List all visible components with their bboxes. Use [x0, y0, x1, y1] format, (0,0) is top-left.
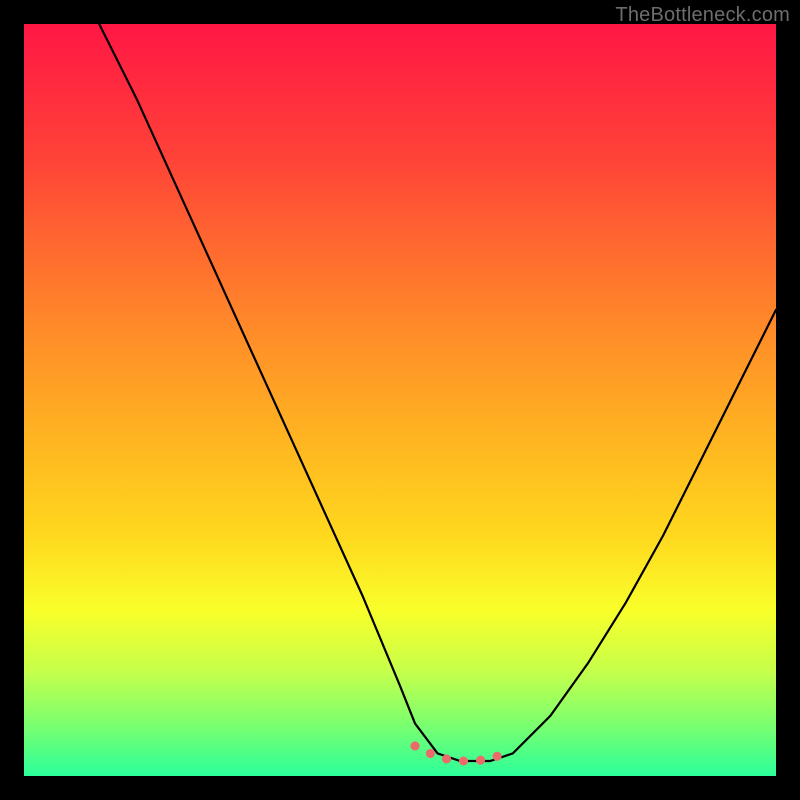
chart-frame: TheBottleneck.com — [0, 0, 800, 800]
watermark-text: TheBottleneck.com — [615, 4, 790, 27]
plot-area — [24, 24, 776, 776]
optimal-zone-dots — [415, 746, 505, 761]
chart-svg — [24, 24, 776, 776]
bottleneck-curve — [99, 24, 776, 761]
